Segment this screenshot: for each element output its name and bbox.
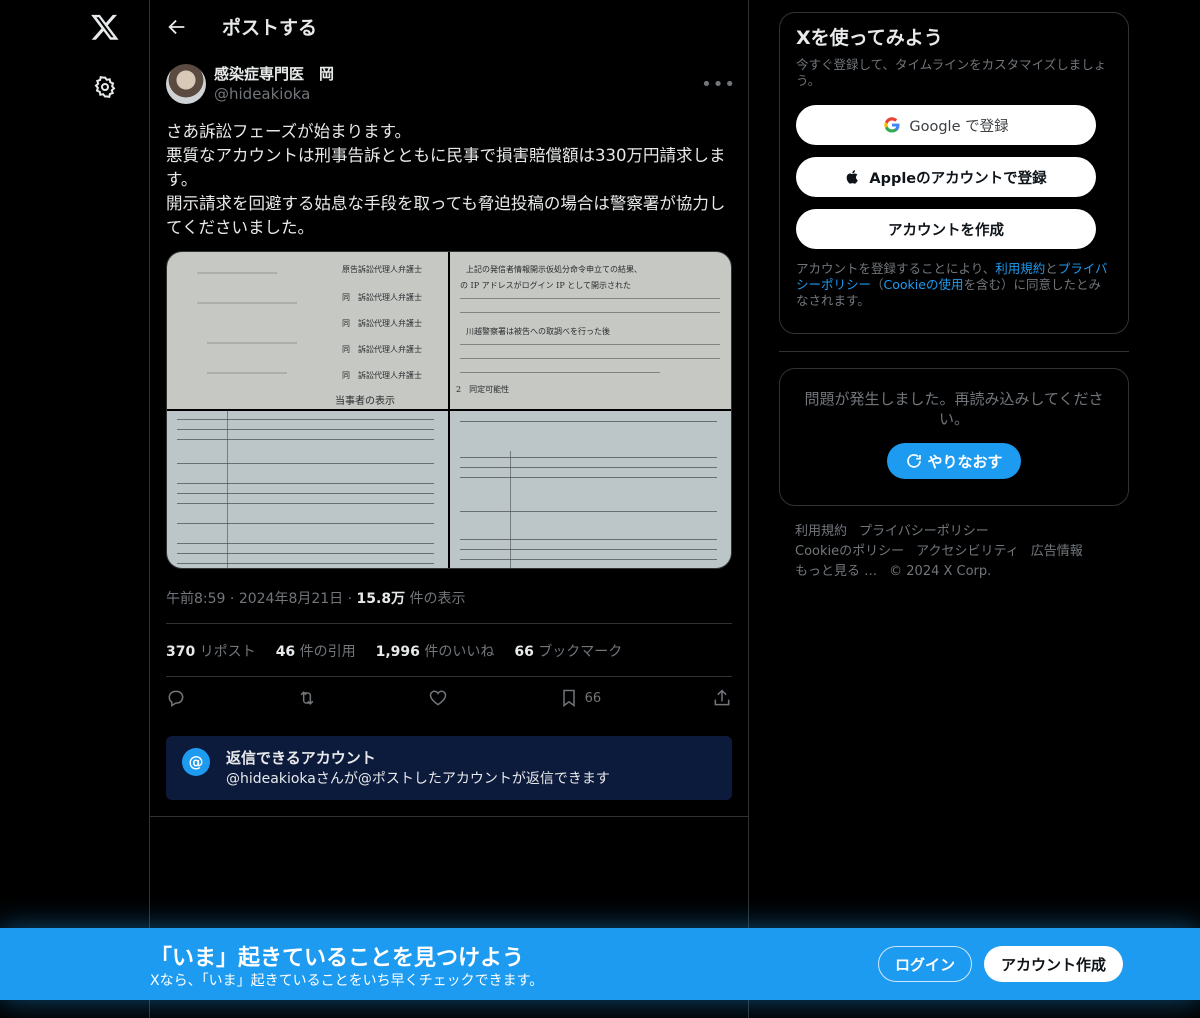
views-count: 15.8万 — [356, 591, 406, 607]
left-rail — [0, 0, 150, 1018]
divider — [150, 816, 748, 817]
top-bar: ポストする — [150, 0, 748, 53]
refresh-icon — [907, 454, 922, 468]
author-handle[interactable]: @hideakioka — [214, 84, 334, 104]
tweet-text: さあ訴訟フェーズが始まります。 悪質なアカウントは刑事告訴とともに民事で損害賠償… — [166, 122, 726, 237]
divider — [779, 351, 1129, 352]
doc1-line-5: 同 訴訟代理人弁護士 — [342, 371, 422, 380]
retry-label: やりなおす — [927, 452, 1003, 471]
sidebar-footer: 利用規約 プライバシーポリシー Cookieのポリシー アクセシビリティ 広告情報 も… — [795, 522, 1125, 582]
repost-button[interactable] — [297, 688, 317, 708]
reply-button[interactable] — [166, 688, 186, 708]
doc1-footer: 当事者の表示 — [335, 396, 395, 407]
bookmarks-stat[interactable]: 66 ブックマーク — [514, 641, 622, 661]
signup-title: Xを使ってみよう — [796, 27, 943, 49]
bookmark-button[interactable]: 66 — [559, 688, 602, 708]
error-panel: 問題が発生しました。再読み込みしてください。 やりなおす — [779, 368, 1129, 506]
google-signup-button[interactable]: Google で登録 — [796, 105, 1096, 145]
copyright: © 2024 X Corp. — [889, 564, 992, 579]
tweet-meta: 午前8:59 · 2024年8月21日 · 15.8万 件の表示 — [166, 591, 466, 607]
avatar[interactable] — [166, 64, 206, 104]
divider — [166, 676, 732, 677]
doc1-line-3: 同 訴訟代理人弁護士 — [342, 319, 422, 328]
share-icon — [714, 689, 730, 706]
tweet-date[interactable]: 2024年8月21日 — [239, 591, 343, 607]
apple-signup-button[interactable]: Appleのアカウントで登録 — [796, 157, 1096, 197]
quotes-stat[interactable]: 46 件の引用 — [276, 641, 356, 661]
media-image-1[interactable]: 原告訴訟代理人弁護士 同 訴訟代理人弁護士 同 訴訟代理人弁護士 同 訴訟代理人… — [167, 252, 448, 409]
bookmark-icon — [562, 689, 575, 707]
divider — [166, 623, 732, 624]
tweet-actions: 66 — [166, 688, 732, 708]
footer-link-terms[interactable]: 利用規約 — [795, 524, 847, 539]
media-image-4[interactable] — [450, 411, 731, 568]
terms-link[interactable]: 利用規約 — [995, 261, 1045, 276]
login-banner: 「いま」起きていることを見つけよう Xなら、「いま」起きていることをいち早くチェ… — [0, 928, 1200, 1000]
repost-icon — [300, 691, 314, 705]
share-button[interactable] — [712, 688, 732, 708]
retry-button[interactable]: やりなおす — [887, 443, 1021, 479]
tweet-time[interactable]: 午前8:59 — [166, 591, 225, 607]
heart-icon — [429, 690, 446, 706]
reply-restriction-box: @ 返信できるアカウント @hideakiokaさんが@ポストしたアカウントが返… — [166, 736, 732, 800]
main-column: ポストする 感染症専門医 岡 @hideakioka ••• さあ訴訟フェーズが… — [149, 0, 749, 1018]
like-button[interactable] — [428, 688, 448, 708]
media-image-3[interactable] — [167, 411, 448, 568]
footer-link-accessibility[interactable]: アクセシビリティ — [916, 544, 1019, 559]
tweet-media-grid[interactable]: 原告訴訟代理人弁護士 同 訴訟代理人弁護士 同 訴訟代理人弁護士 同 訴訟代理人… — [166, 251, 732, 569]
banner-create-account-button[interactable]: アカウント作成 — [984, 946, 1123, 982]
author-name[interactable]: 感染症専門医 岡 — [214, 64, 334, 84]
create-account-label: アカウントを作成 — [888, 222, 1004, 239]
reposts-stat[interactable]: 370 リポスト — [166, 641, 256, 661]
error-text: 問題が発生しました。再読み込みしてください。 — [804, 390, 1104, 428]
banner-title: 「いま」起きていることを見つけよう — [150, 946, 525, 971]
media-image-2[interactable]: 上記の発信者情報開示仮処分命令申立ての結果、 の IP アドレスがログイン IP… — [450, 252, 731, 409]
login-button[interactable]: ログイン — [878, 946, 972, 982]
gear-icon[interactable] — [93, 75, 117, 99]
reply-restriction-title: 返信できるアカウント — [226, 749, 376, 767]
create-account-button[interactable]: アカウントを作成 — [796, 209, 1096, 249]
tweet-stats: 370 リポスト 46 件の引用 1,996 件のいいね 66 ブックマーク — [166, 641, 622, 661]
cookie-link[interactable]: Cookieの使用 — [884, 277, 964, 292]
doc2-line-3: 川越警察署は被告への取調べを行った後 — [466, 327, 610, 336]
page-title: ポストする — [222, 17, 318, 39]
signup-subtitle: 今すぐ登録して、タイムラインをカスタマイズしましょう。 — [796, 57, 1107, 88]
doc2-line-2: の IP アドレスがログイン IP として開示された — [460, 281, 632, 290]
signup-legal-text: アカウントを登録することにより、利用規約とプライバシーポリシー（Cookieの使… — [796, 261, 1108, 308]
reply-restriction-subtitle: @hideakiokaさんが@ポストしたアカウントが返信できます — [226, 771, 610, 787]
footer-link-cookie[interactable]: Cookieのポリシー — [795, 544, 904, 559]
doc1-line-4: 同 訴訟代理人弁護士 — [342, 345, 422, 354]
footer-link-ads[interactable]: 広告情報 — [1031, 544, 1083, 559]
reply-icon — [168, 690, 184, 707]
footer-link-privacy[interactable]: プライバシーポリシー — [859, 524, 989, 539]
at-sign-icon: @ — [182, 748, 210, 776]
banner-subtitle: Xなら、「いま」起きていることをいち早くチェックできます。 — [150, 973, 544, 989]
apple-icon — [847, 170, 859, 184]
x-logo-icon[interactable] — [90, 12, 120, 42]
google-icon — [884, 117, 900, 133]
doc1-line-1: 原告訴訟代理人弁護士 — [342, 265, 422, 274]
likes-stat[interactable]: 1,996 件のいいね — [376, 641, 495, 661]
footer-link-more[interactable]: もっと見る … — [795, 564, 877, 579]
tweet-author: 感染症専門医 岡 @hideakioka ••• — [166, 64, 736, 104]
google-signup-label: Google で登録 — [909, 118, 1009, 135]
doc2-line-1: 上記の発信者情報開示仮処分命令申立ての結果、 — [466, 265, 642, 274]
doc1-line-2: 同 訴訟代理人弁護士 — [342, 293, 422, 302]
views-label: 件の表示 — [409, 591, 466, 607]
more-options-icon[interactable]: ••• — [701, 74, 736, 95]
doc2-line-4: 2 同定可能性 — [456, 385, 510, 394]
signup-panel: Xを使ってみよう 今すぐ登録して、タイムラインをカスタマイズしましょう。 Goo… — [779, 12, 1129, 334]
apple-signup-label: Appleのアカウントで登録 — [869, 170, 1047, 187]
back-arrow-icon[interactable] — [166, 16, 188, 38]
bookmark-count: 66 — [584, 690, 602, 706]
